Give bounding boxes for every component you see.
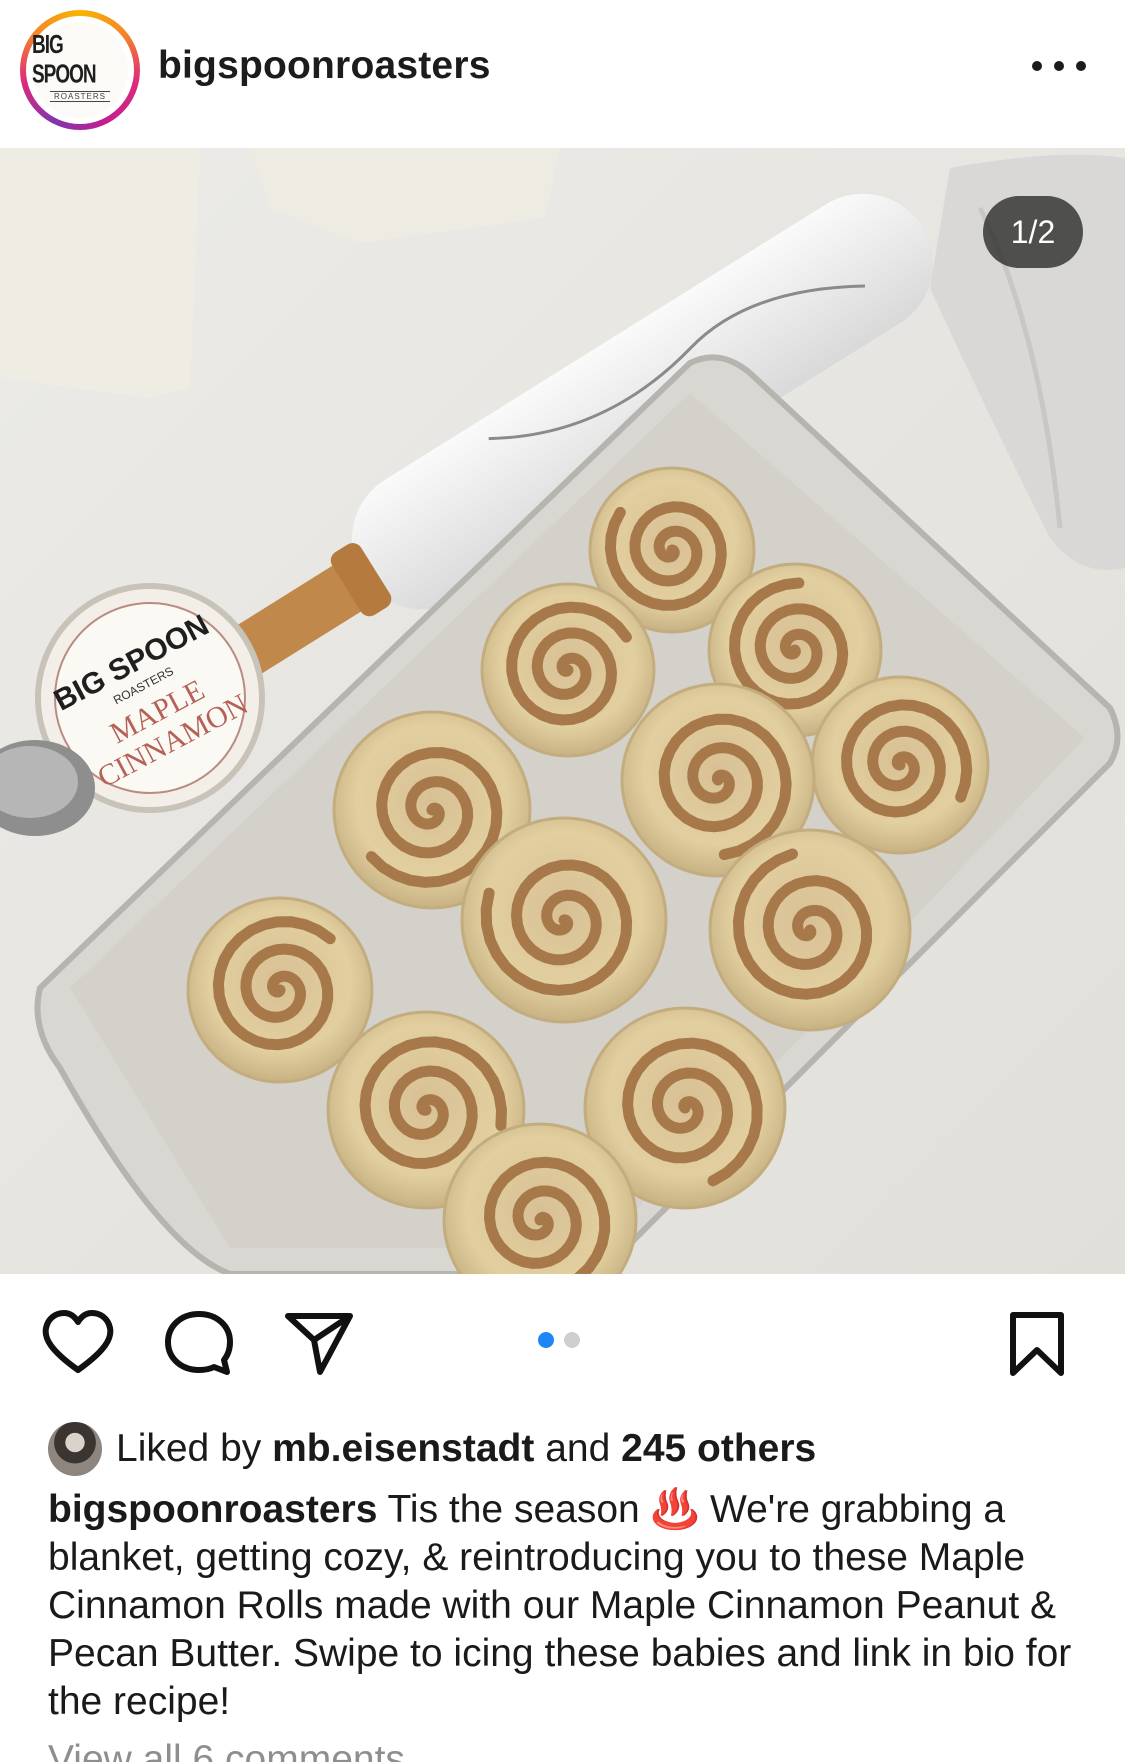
heart-icon[interactable] [42,1310,114,1374]
view-all-comments-link[interactable]: View all 6 comments [48,1738,405,1762]
brand-logo: BIG SPOON ROASTERS [32,22,128,118]
caption-text-start: Tis the season [387,1488,640,1531]
comment-bubble-icon[interactable] [164,1310,234,1376]
cinnamon-rolls-photo: BIG SPOON ROASTERS MAPLE CINNAMON [0,148,1125,1274]
likes-summary[interactable]: Liked by mb.eisenstadt and 245 others [48,1420,816,1478]
bookmark-icon[interactable] [1008,1310,1066,1378]
image-counter: 1/2 [983,196,1083,268]
profile-avatar[interactable]: BIG SPOON ROASTERS [20,10,140,130]
post-caption: bigspoonroasters Tis the season ♨️ We're… [48,1486,1088,1726]
post-header: BIG SPOON ROASTERS bigspoonroasters [0,0,1125,148]
hot-springs-emoji: ♨️ [650,1488,700,1531]
caption-username[interactable]: bigspoonroasters [48,1488,377,1531]
likes-count[interactable]: 245 others [621,1427,816,1471]
post-username[interactable]: bigspoonroasters [158,44,491,88]
liker-avatar[interactable] [48,1422,102,1476]
carousel-dot [564,1332,580,1348]
more-options-icon[interactable] [1032,54,1086,78]
paper-plane-icon[interactable] [284,1310,354,1376]
carousel-dot-active [538,1332,554,1348]
carousel-indicator [538,1332,580,1348]
action-bar [0,1274,1125,1410]
post-photo[interactable]: BIG SPOON ROASTERS MAPLE CINNAMON 1/2 [0,148,1125,1274]
liker-username[interactable]: mb.eisenstadt [272,1427,534,1471]
